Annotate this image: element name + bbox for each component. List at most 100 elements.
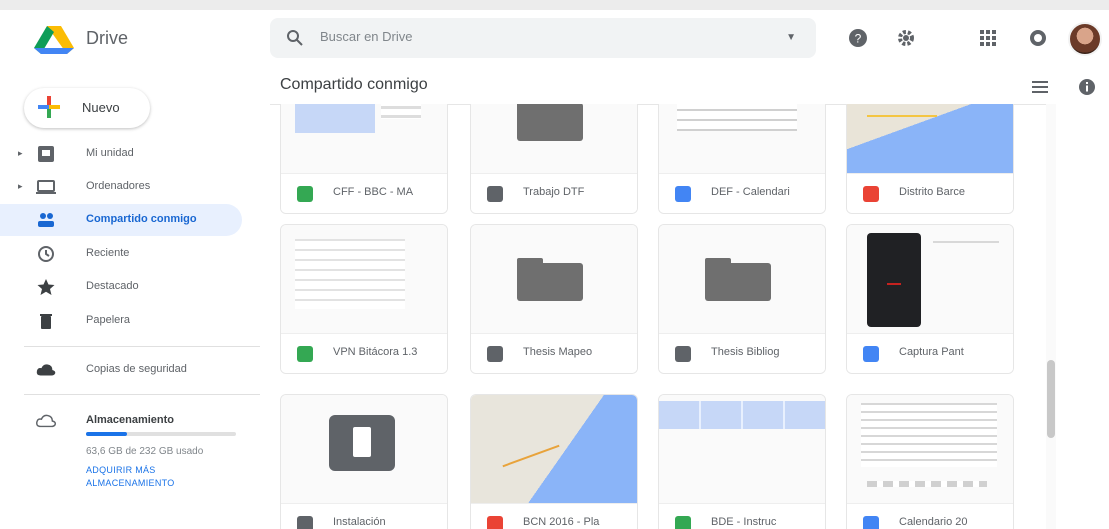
- thumbnail-shape: [517, 258, 543, 266]
- info-icon[interactable]: [1076, 76, 1098, 98]
- new-button-label: Nuevo: [82, 100, 120, 115]
- file-card[interactable]: DEF - Calendari: [658, 104, 826, 214]
- sidebar-item-backups[interactable]: Copias de seguridad: [0, 354, 242, 386]
- thumbnail-shape: [887, 283, 901, 285]
- file-name: Thesis Mapeo: [523, 346, 593, 358]
- file-thumbnail[interactable]: [847, 225, 1013, 333]
- file-caption[interactable]: BCN 2016 - Pla: [471, 503, 637, 529]
- expand-icon[interactable]: ▸: [18, 181, 23, 192]
- sidebar-divider: [24, 346, 260, 347]
- app-header: Drive Buscar en Drive ▼ ?: [0, 10, 1109, 68]
- file-name: BDE - Instruc: [711, 516, 777, 528]
- svg-text:?: ?: [855, 32, 862, 46]
- file-name: DEF - Calendari: [711, 186, 790, 198]
- file-card[interactable]: VPN Bitácora 1.3: [280, 224, 448, 374]
- thumbnail-shape: [705, 258, 731, 266]
- file-name: CFF - BBC - MA: [333, 186, 414, 198]
- file-caption[interactable]: Thesis Bibliog: [659, 333, 825, 373]
- thumbnail-shape: [471, 395, 637, 503]
- file-thumbnail[interactable]: [281, 395, 447, 503]
- file-caption[interactable]: Captura Pant: [847, 333, 1013, 373]
- file-name: Captura Pant: [899, 346, 964, 358]
- file-thumbnail[interactable]: [659, 395, 825, 503]
- file-caption[interactable]: Calendario 20: [847, 503, 1013, 529]
- help-icon[interactable]: ?: [846, 26, 870, 50]
- file-thumbnail[interactable]: [471, 395, 637, 503]
- right-rail: [1058, 104, 1109, 529]
- thumbnail-shape: [705, 263, 771, 301]
- file-card[interactable]: CFF - BBC - MA: [280, 104, 448, 214]
- file-card[interactable]: Thesis Mapeo: [470, 224, 638, 374]
- thumbnail-shape: [867, 481, 987, 487]
- app-name: Drive: [86, 28, 129, 48]
- search-bar[interactable]: Buscar en Drive ▼: [270, 18, 816, 58]
- file-thumbnail[interactable]: [281, 225, 447, 333]
- file-card[interactable]: BDE - Instruc: [658, 394, 826, 529]
- file-name: Instalación: [333, 516, 386, 528]
- sidebar-item-computers[interactable]: ▸ Ordenadores: [0, 171, 242, 203]
- file-card[interactable]: Captura Pant: [846, 224, 1014, 374]
- search-options-icon[interactable]: ▼: [786, 32, 796, 43]
- file-thumbnail[interactable]: [847, 104, 1013, 173]
- file-caption[interactable]: CFF - BBC - MA: [281, 173, 447, 213]
- file-caption[interactable]: DEF - Calendari: [659, 173, 825, 213]
- scrollbar-thumb[interactable]: [1047, 360, 1055, 438]
- computers-icon: [36, 180, 56, 194]
- sheet-file-icon: [297, 346, 313, 362]
- sidebar-item-shared-with-me[interactable]: Compartido conmigo: [0, 204, 242, 236]
- search-input[interactable]: Buscar en Drive: [320, 29, 412, 44]
- file-card[interactable]: BCN 2016 - Pla: [470, 394, 638, 529]
- sidebar-item-label: Ordenadores: [86, 180, 151, 192]
- drive-logo-icon[interactable]: [34, 24, 74, 56]
- thumbnail-shape: [381, 104, 421, 119]
- new-button[interactable]: Nuevo: [24, 88, 150, 128]
- my-drive-icon: [38, 146, 54, 162]
- map-file-icon: [487, 516, 503, 529]
- file-card[interactable]: Distrito Barce: [846, 104, 1014, 214]
- thumbnail-shape: [295, 239, 405, 309]
- file-card[interactable]: Instalación: [280, 394, 448, 529]
- sidebar-item-my-drive[interactable]: ▸ Mi unidad: [0, 138, 242, 170]
- scrollbar-track[interactable]: [1046, 104, 1056, 529]
- thumbnail-shape: [659, 401, 825, 429]
- buy-storage-link[interactable]: ADQUIRIR MÁS ALMACENAMIENTO: [86, 464, 226, 490]
- thumbnail-shape: [517, 104, 583, 141]
- sidebar: Nuevo ▸ Mi unidad ▸ Ordenadores Comparti…: [0, 68, 260, 529]
- plus-icon: [38, 96, 60, 118]
- avatar[interactable]: [1068, 22, 1102, 56]
- doc-file-icon: [863, 516, 879, 529]
- sidebar-item-starred[interactable]: Destacado: [0, 271, 242, 303]
- star-icon: [37, 279, 55, 295]
- file-caption[interactable]: BDE - Instruc: [659, 503, 825, 529]
- file-thumbnail[interactable]: [659, 104, 825, 173]
- file-thumbnail[interactable]: [281, 104, 447, 173]
- sheet-file-icon: [297, 186, 313, 202]
- file-name: Distrito Barce: [899, 186, 966, 198]
- storage-label: Almacenamiento: [86, 414, 175, 426]
- apps-grid-icon[interactable]: [976, 26, 1000, 50]
- folder-file-icon: [675, 346, 691, 362]
- sidebar-item-trash[interactable]: Papelera: [0, 305, 242, 337]
- file-caption[interactable]: Distrito Barce: [847, 173, 1013, 213]
- notifications-icon[interactable]: [1026, 26, 1050, 50]
- thumbnail-shape: [867, 115, 937, 117]
- file-card[interactable]: Trabajo DTF: [470, 104, 638, 214]
- list-view-icon[interactable]: [1029, 76, 1051, 98]
- settings-icon[interactable]: [894, 26, 918, 50]
- file-caption[interactable]: VPN Bitácora 1.3: [281, 333, 447, 373]
- sidebar-item-recent[interactable]: Reciente: [0, 238, 242, 270]
- file-caption[interactable]: Thesis Mapeo: [471, 333, 637, 373]
- expand-icon[interactable]: ▸: [18, 148, 23, 159]
- file-thumbnail[interactable]: [471, 104, 637, 173]
- file-thumbnail[interactable]: [659, 225, 825, 333]
- file-thumbnail[interactable]: [471, 225, 637, 333]
- thumbnail-shape: [517, 104, 543, 106]
- search-icon[interactable]: [286, 29, 304, 47]
- file-caption[interactable]: Trabajo DTF: [471, 173, 637, 213]
- file-card[interactable]: Calendario 20: [846, 394, 1014, 529]
- thumbnail-shape: [517, 263, 583, 301]
- file-caption[interactable]: Instalación: [281, 503, 447, 529]
- file-name: Calendario 20: [899, 516, 968, 528]
- file-card[interactable]: Thesis Bibliog: [658, 224, 826, 374]
- file-thumbnail[interactable]: [847, 395, 1013, 503]
